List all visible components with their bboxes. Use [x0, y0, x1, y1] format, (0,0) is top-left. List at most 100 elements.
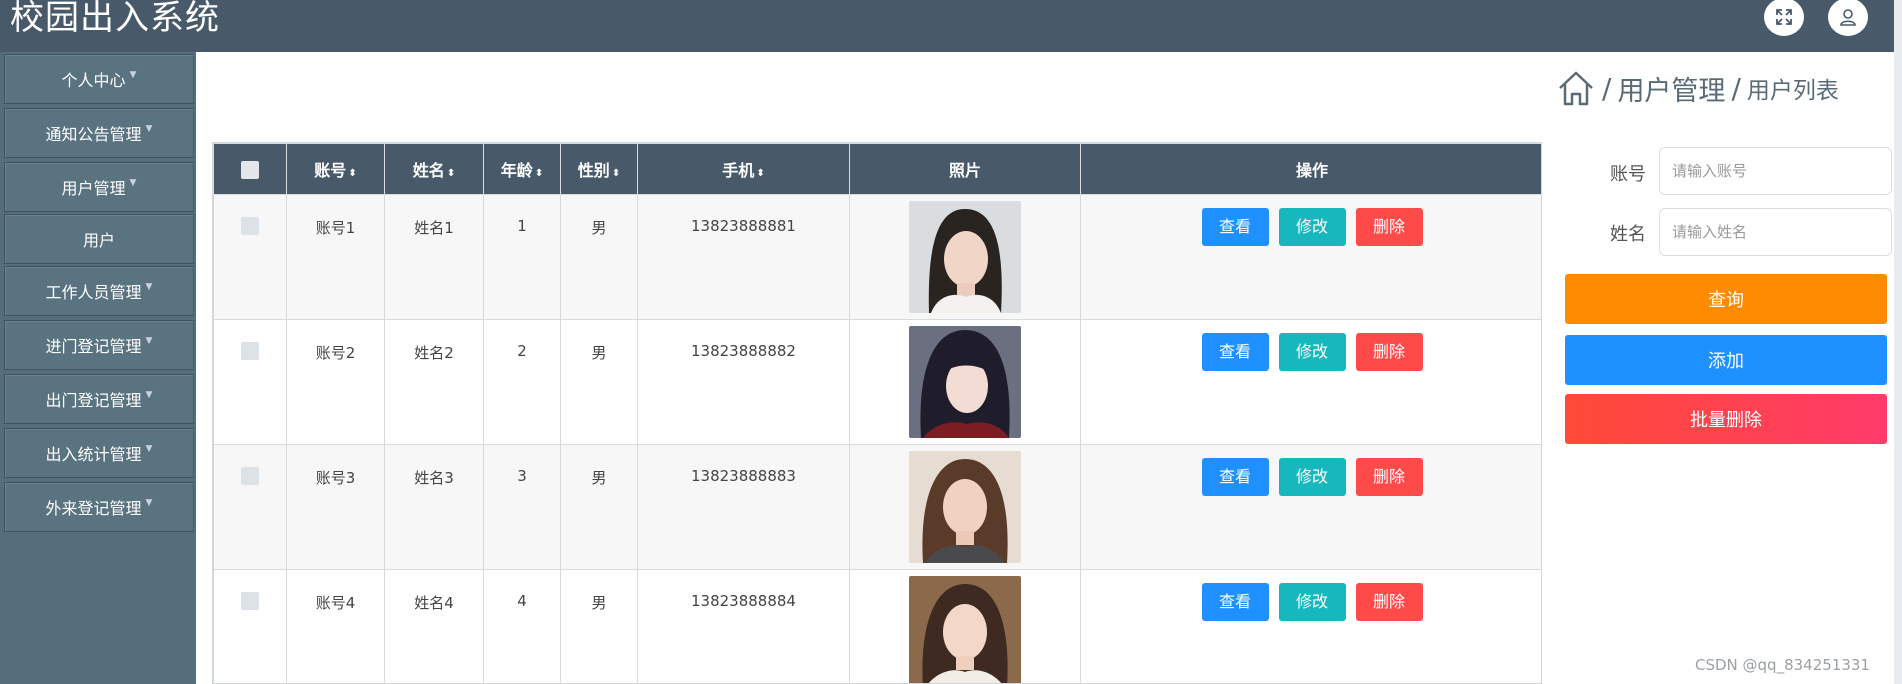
breadcrumb: / 用户管理 / 用户列表	[1556, 66, 1839, 110]
table-row: 账号1 姓名1 1 男 13823888881 查看 修改 删除	[213, 194, 1541, 320]
row-select-cell	[213, 569, 287, 683]
sort-icon: ⬍	[611, 168, 621, 179]
account-label: 账号	[1610, 164, 1646, 185]
row-checkbox[interactable]	[241, 217, 259, 235]
scrollbar-track[interactable]	[1894, 0, 1902, 684]
sidebar-item-exit-registration[interactable]: 出门登记管理 ▼	[4, 374, 194, 424]
sidebar-item-label: 个人中心	[61, 71, 126, 90]
cell-photo	[849, 444, 1081, 570]
breadcrumb-separator: /	[1731, 71, 1741, 105]
view-button[interactable]: 查看	[1201, 583, 1269, 621]
row-checkbox[interactable]	[241, 342, 259, 360]
breadcrumb-user-list: 用户列表	[1746, 78, 1839, 104]
user-table: 账号 ⬍ 姓名 ⬍ 年龄 ⬍ 性别 ⬍ 手机 ⬍ 照片 操作 账号1 姓名1 1 男 13…	[213, 143, 1541, 683]
cell-actions: 查看 修改 删除	[1080, 444, 1541, 570]
sidebar-item-personal-center[interactable]: 个人中心 ▼	[4, 54, 194, 104]
query-button[interactable]: 查询	[1565, 274, 1887, 324]
top-header: 校园出入系统	[0, 0, 1894, 52]
cell-age: 4	[483, 569, 561, 683]
cell-account: 账号2	[286, 319, 385, 445]
home-icon[interactable]	[1556, 68, 1596, 108]
cell-name: 姓名4	[384, 569, 484, 683]
cell-phone: 13823888884	[637, 569, 850, 683]
caret-down-icon: ▼	[145, 390, 153, 400]
account-search-input[interactable]	[1659, 147, 1892, 195]
sidebar-item-user-management[interactable]: 用户管理 ▼	[4, 162, 194, 212]
cell-gender: 男	[560, 194, 638, 320]
cell-name: 姓名1	[384, 194, 484, 320]
caret-down-icon: ▼	[145, 444, 153, 454]
sidebar-item-label: 出门登记管理	[45, 391, 142, 410]
cell-account: 账号1	[286, 194, 385, 320]
edit-button[interactable]: 修改	[1278, 208, 1346, 246]
view-button[interactable]: 查看	[1201, 208, 1269, 246]
user-menu-button[interactable]	[1828, 0, 1868, 36]
name-search-input[interactable]	[1659, 208, 1892, 256]
column-header-photo: 照片	[849, 143, 1081, 195]
cell-photo	[849, 194, 1081, 320]
caret-down-icon: ▼	[129, 70, 137, 80]
batch-delete-button[interactable]: 批量删除	[1565, 394, 1887, 444]
sidebar-item-notice-management[interactable]: 通知公告管理 ▼	[4, 108, 194, 158]
view-button[interactable]: 查看	[1201, 458, 1269, 496]
row-select-cell	[213, 319, 287, 445]
user-table-container: 账号 ⬍ 姓名 ⬍ 年龄 ⬍ 性别 ⬍ 手机 ⬍ 照片 操作 账号1 姓名1 1 男 13…	[212, 142, 1542, 684]
cell-actions: 查看 修改 删除	[1080, 194, 1541, 320]
select-all-header	[213, 143, 287, 195]
row-checkbox[interactable]	[241, 592, 259, 610]
fullscreen-button[interactable]	[1764, 0, 1804, 36]
delete-button[interactable]: 删除	[1355, 333, 1423, 371]
cell-account: 账号4	[286, 569, 385, 683]
row-checkbox[interactable]	[241, 467, 259, 485]
sidebar-item-label: 进门登记管理	[45, 337, 142, 356]
caret-down-icon: ▼	[145, 124, 153, 134]
sidebar-item-entry-registration[interactable]: 进门登记管理 ▼	[4, 320, 194, 370]
sidebar-item-visitor-registration[interactable]: 外来登记管理 ▼	[4, 482, 194, 532]
table-row: 账号2 姓名2 2 男 13823888882 查看 修改 删除	[213, 319, 1541, 445]
column-header-age[interactable]: 年龄 ⬍	[483, 143, 561, 195]
caret-down-icon: ▼	[129, 178, 137, 188]
row-select-cell	[213, 194, 287, 320]
user-icon	[1840, 9, 1856, 26]
cell-age: 2	[483, 319, 561, 445]
cell-photo	[849, 569, 1081, 683]
column-header-account[interactable]: 账号 ⬍	[286, 143, 385, 195]
user-photo	[909, 451, 1021, 563]
edit-button[interactable]: 修改	[1278, 458, 1346, 496]
user-photo	[909, 576, 1021, 683]
cell-account: 账号3	[286, 444, 385, 570]
sidebar-item-label: 通知公告管理	[45, 125, 142, 144]
column-header-gender[interactable]: 性别 ⬍	[560, 143, 638, 195]
column-header-name[interactable]: 姓名 ⬍	[384, 143, 484, 195]
name-label: 姓名	[1610, 224, 1646, 245]
sidebar-item-access-statistics[interactable]: 出入统计管理 ▼	[4, 428, 194, 478]
sidebar-subitem-user[interactable]: 用户	[4, 214, 194, 264]
delete-button[interactable]: 删除	[1355, 208, 1423, 246]
add-button[interactable]: 添加	[1565, 335, 1887, 385]
sidebar: 个人中心 ▼ 通知公告管理 ▼ 用户管理 ▼ 用户 工作人员管理 ▼ 进门登记管理 ▼ 出…	[0, 52, 196, 684]
breadcrumb-separator: /	[1602, 71, 1612, 105]
delete-button[interactable]: 删除	[1355, 458, 1423, 496]
breadcrumb-user-management[interactable]: 用户管理	[1617, 69, 1725, 108]
column-header-phone[interactable]: 手机 ⬍	[637, 143, 850, 195]
cell-photo	[849, 319, 1081, 445]
caret-down-icon: ▼	[145, 498, 153, 508]
cell-name: 姓名2	[384, 319, 484, 445]
edit-button[interactable]: 修改	[1278, 583, 1346, 621]
sort-icon: ⬍	[756, 168, 765, 179]
cell-gender: 男	[560, 569, 638, 683]
watermark: CSDN @qq_834251331	[1695, 656, 1870, 674]
caret-down-icon: ▼	[145, 282, 153, 292]
cell-phone: 13823888881	[637, 194, 850, 320]
sidebar-item-staff-management[interactable]: 工作人员管理 ▼	[4, 266, 194, 316]
view-button[interactable]: 查看	[1201, 333, 1269, 371]
cell-actions: 查看 修改 删除	[1080, 569, 1541, 683]
edit-button[interactable]: 修改	[1278, 333, 1346, 371]
table-header-row: 账号 ⬍ 姓名 ⬍ 年龄 ⬍ 性别 ⬍ 手机 ⬍ 照片 操作	[213, 143, 1541, 195]
user-photo	[909, 201, 1021, 313]
cell-gender: 男	[560, 444, 638, 570]
select-all-checkbox[interactable]	[241, 160, 259, 179]
delete-button[interactable]: 删除	[1355, 583, 1423, 621]
cell-age: 3	[483, 444, 561, 570]
column-header-actions: 操作	[1080, 143, 1541, 195]
